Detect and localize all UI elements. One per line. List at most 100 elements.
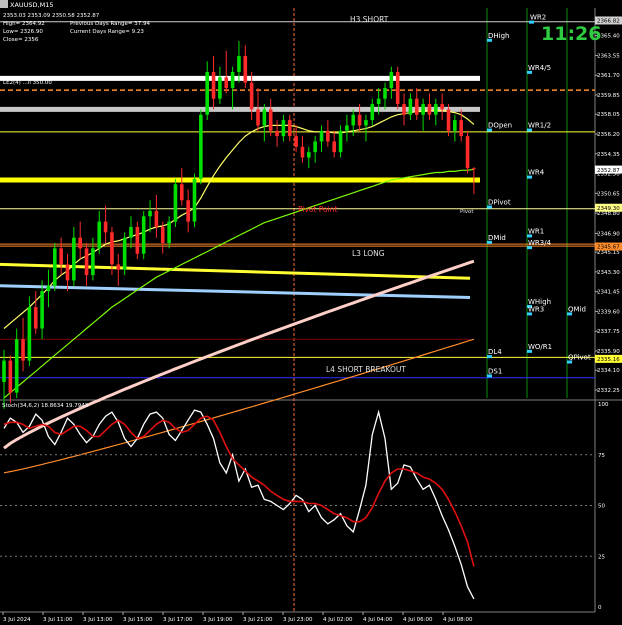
candle-body-28	[180, 184, 184, 201]
price-tick-16: 2335.90	[597, 349, 620, 355]
right-label-1: DHigh	[488, 32, 509, 40]
candle-body-46	[294, 136, 298, 147]
curr-range-readout: Current Days Range= 9.23	[70, 29, 144, 35]
candle-body-36	[230, 71, 235, 89]
price-tick-8: 2350.65	[597, 191, 620, 197]
candle-body-11	[72, 237, 76, 281]
right-label-13: WO/R1	[528, 343, 552, 351]
candle-body-9	[59, 248, 63, 265]
time-label-9: 4 Jul 04:00	[363, 617, 393, 623]
right-label-15: QPivot	[568, 354, 591, 362]
candle-body-39	[249, 82, 254, 110]
candle-body-19	[122, 237, 127, 270]
candle-body-27	[173, 184, 178, 222]
pivot-small-label: Pivot	[460, 209, 474, 215]
candle-body-41	[262, 109, 267, 126]
candle-body-26	[167, 221, 171, 244]
ohlc-readout: 2353.03 2353.09 2350.58 2352.87	[3, 13, 100, 19]
candle-body-51	[326, 130, 330, 142]
time-label-0: 3 Jul 2024	[3, 617, 31, 623]
candle-body-56	[357, 114, 362, 126]
candle-body-18	[116, 264, 121, 270]
time-label-11: 4 Jul 08:00	[443, 617, 473, 623]
candle-body-60	[383, 88, 387, 99]
right-label-5: WR4	[528, 169, 545, 177]
pivot-point-label: Pivot Point	[298, 205, 337, 214]
candle-body-74	[472, 168, 476, 170]
candle-body-21	[135, 226, 140, 254]
candle-body-34	[218, 77, 222, 99]
candle-body-14	[91, 248, 95, 276]
stoch-tick-50: 50	[598, 504, 605, 510]
stoch-tick-0: 0	[598, 605, 602, 611]
candle-body-42	[268, 109, 273, 131]
candle-body-24	[154, 210, 159, 227]
candle-body-65	[414, 98, 419, 115]
stoch-tick-75: 75	[598, 453, 605, 459]
close-readout: Close= 2356	[3, 37, 39, 43]
object-label: LE2(4) ...il 350.00	[3, 80, 52, 86]
candle-body-43	[275, 130, 279, 137]
candle-body-52	[332, 141, 336, 153]
candle-body-31	[199, 114, 203, 179]
candle-body-3	[21, 339, 25, 361]
price-box-2: 2349.30	[597, 206, 620, 212]
candle-body-53	[338, 130, 343, 153]
candle-body-20	[129, 226, 133, 238]
candle-body-55	[351, 114, 356, 126]
candle-body-33	[211, 71, 216, 99]
right-label-0: WR2	[530, 14, 546, 22]
candle-body-58	[370, 104, 375, 121]
high-readout: High= 2364.92	[3, 21, 45, 27]
candle-body-4	[27, 307, 32, 361]
price-tick-14: 2339.60	[597, 309, 620, 315]
candle-body-25	[160, 226, 165, 244]
window-menu-icon[interactable]	[0, 0, 8, 8]
candle-body-6	[40, 291, 44, 329]
candle-body-44	[281, 120, 286, 137]
time-label-8: 4 Jul 02:00	[323, 617, 353, 623]
candle-body-47	[300, 146, 305, 158]
price-tick-17: 2334.10	[597, 368, 620, 374]
price-tick-15: 2337.75	[597, 329, 620, 335]
clock-readout: 11:26	[541, 23, 601, 45]
price-tick-13: 2341.45	[597, 290, 620, 296]
candle-body-8	[53, 248, 57, 286]
right-label-16: DS1	[488, 367, 502, 375]
price-tick-10: 2346.90	[597, 231, 620, 237]
candle-body-50	[319, 130, 324, 142]
candle-body-22	[141, 216, 146, 254]
candle-body-12	[78, 237, 82, 249]
candle-body-17	[110, 232, 114, 265]
candle-body-49	[313, 141, 317, 153]
candle-body-40	[256, 109, 260, 126]
right-label-12: QMid	[568, 305, 586, 313]
time-label-7: 3 Jul 23:00	[283, 617, 313, 623]
symbol-label: XAUUSD,M15	[10, 1, 54, 9]
price-tick-4: 2358.05	[597, 112, 620, 118]
candle-body-5	[33, 307, 38, 329]
time-label-6: 3 Jul 21:00	[243, 617, 273, 623]
price-tick-5: 2356.20	[597, 132, 620, 138]
candle-body-54	[345, 125, 349, 131]
stoch-title: Stoch(34,6,2) 18.8634 19.7943	[2, 403, 89, 409]
l3-long-label: L3 LONG	[352, 249, 385, 258]
candle-body-7	[46, 285, 51, 292]
prev-range-readout: Previous Days Range= 37.94	[70, 21, 151, 27]
right-label-8: DMid	[488, 234, 506, 242]
candle-body-72	[459, 120, 463, 137]
l4-short-label: L4 SHORT BREAKOUT	[326, 365, 406, 374]
candle-body-23	[148, 210, 152, 217]
time-label-3: 3 Jul 15:00	[123, 617, 153, 623]
candle-body-62	[395, 71, 400, 105]
candle-body-59	[376, 98, 381, 105]
price-chart[interactable]: 1007550250 2365.402363.552361.702359.852…	[0, 0, 622, 625]
price-box-3: 2345.67	[597, 245, 620, 251]
price-tick-18: 2332.25	[597, 388, 620, 394]
candle-body-45	[287, 120, 292, 137]
low-readout: Low= 2326.90	[3, 29, 43, 35]
candle-body-73	[465, 136, 470, 169]
time-label-4: 3 Jul 17:00	[163, 617, 193, 623]
right-label-9: WR3/4	[528, 239, 552, 247]
right-label-11: WR3	[528, 305, 544, 313]
